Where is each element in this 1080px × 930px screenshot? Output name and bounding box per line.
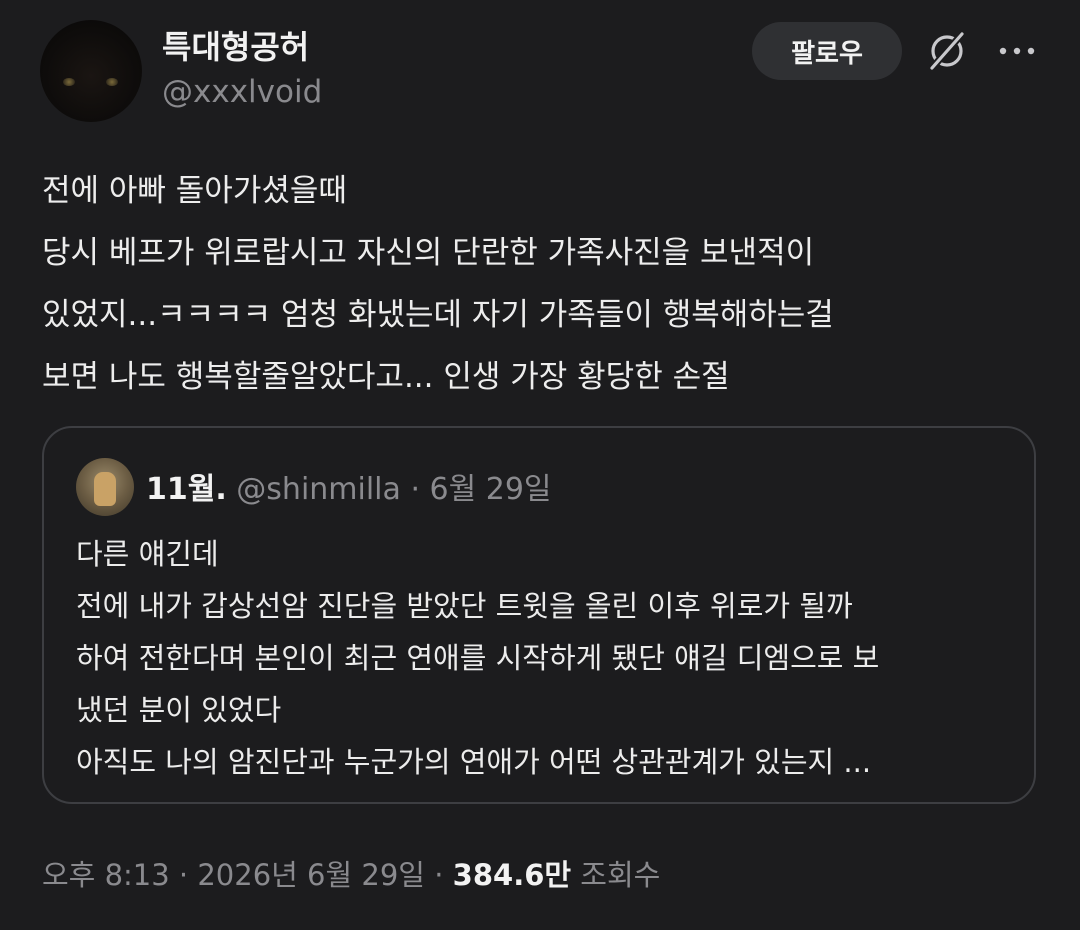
avatar-eye-left xyxy=(63,78,75,86)
post-time[interactable]: 오후 8:13 xyxy=(42,858,170,892)
avatar-eye-right xyxy=(106,78,118,86)
quoted-tweet-header: 11월. @shinmilla · 6월 29일 xyxy=(146,464,552,508)
quoted-tweet-card[interactable]: 11월. @shinmilla · 6월 29일 다른 얘긴데 전에 내가 갑상… xyxy=(42,426,1036,804)
quoted-date: 6월 29일 xyxy=(429,472,552,507)
post-text: 전에 아빠 돌아가셨을때 당시 베프가 위로랍시고 자신의 단란한 가족사진을 … xyxy=(42,173,834,395)
views-label: 조회수 xyxy=(571,858,661,892)
meta-separator: · xyxy=(169,858,198,892)
views-count: 384.6만 xyxy=(452,858,572,892)
author-display-name[interactable]: 특대형공허 xyxy=(162,22,309,68)
quoted-author-handle: @shinmilla xyxy=(236,472,401,507)
meta-separator-2: · xyxy=(425,858,453,892)
author-avatar[interactable] xyxy=(40,20,142,122)
quoted-author-name: 11월. xyxy=(146,472,227,507)
quoted-avatar-figure xyxy=(94,472,116,506)
quoted-author-avatar[interactable] xyxy=(76,458,134,516)
post-date[interactable]: 2026년 6월 29일 xyxy=(197,858,425,892)
tweet: 특대형공허 @xxxlvoid 팔로우 전에 아빠 돌아가셨을때 당시 베프가 … xyxy=(0,0,1080,930)
post-meta: 오후 8:13 · 2026년 6월 29일 · 384.6만 조회수 xyxy=(42,852,660,894)
quoted-header-separator: · xyxy=(400,472,430,507)
author-handle[interactable]: @xxxlvoid xyxy=(162,74,322,110)
quoted-tweet-text: 다른 얘긴데 전에 내가 갑상선암 진단을 받았단 트윗을 올린 이후 위로가 … xyxy=(76,537,880,779)
follow-button[interactable]: 팔로우 xyxy=(752,22,902,80)
more-options-icon[interactable] xyxy=(994,28,1040,74)
grok-icon[interactable] xyxy=(924,28,970,74)
